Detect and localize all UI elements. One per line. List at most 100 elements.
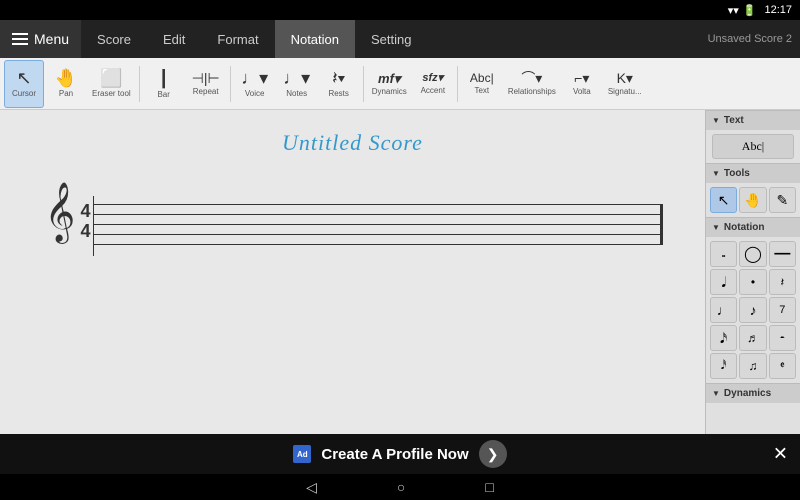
tools-grid: ↖ 🤚 ✎ — [706, 183, 800, 217]
tool-relationships[interactable]: ⌒▾ Relationships — [504, 60, 560, 108]
notes-icon: ♩▾ — [283, 69, 310, 87]
panel-notation-header: ▼ Notation — [706, 217, 800, 237]
cursor-label: Cursor — [12, 89, 36, 98]
unsaved-label: Unsaved Score 2 — [708, 33, 800, 45]
abc-text-button[interactable]: Abc| — [712, 134, 794, 159]
staff-area: 𝄞 4 4 — [43, 196, 663, 256]
tool-pan[interactable]: 🤚 Pan — [46, 60, 86, 108]
divider-3 — [363, 66, 364, 102]
tool-cursor[interactable]: ↖ Cursor — [4, 60, 44, 108]
tool-dynamics[interactable]: mf▾ Dynamics — [368, 60, 411, 108]
notation-btn-6[interactable]: 𝄽 — [769, 269, 796, 295]
notation-btn-14[interactable]: ♫ — [739, 353, 766, 379]
volta-label: Volta — [573, 87, 591, 96]
panel-eraser-btn[interactable]: ✎ — [769, 187, 796, 213]
tab-edit[interactable]: Edit — [147, 20, 201, 58]
text-section-label: Text — [724, 115, 744, 126]
tool-bar[interactable]: | Bar — [144, 60, 184, 108]
dynamics-icon: mf▾ — [378, 72, 400, 85]
tab-format[interactable]: Format — [201, 20, 274, 58]
notation-btn-11[interactable]: ♬ — [739, 325, 766, 351]
notation-btn-4[interactable]: 𝅘𝅥 — [710, 269, 737, 295]
staff-line-4 — [93, 234, 663, 235]
status-icons: ▾▾ 🔋 12:17 — [728, 4, 792, 17]
notation-btn-8[interactable]: ♪ — [739, 297, 766, 323]
eraser-label: Eraser tool — [92, 89, 131, 98]
divider-2 — [230, 66, 231, 102]
tab-notation[interactable]: Notation — [275, 20, 355, 58]
tool-repeat[interactable]: ⊣|⊢ Repeat — [186, 60, 226, 108]
tab-score[interactable]: Score — [81, 20, 147, 58]
staff-end-line — [660, 204, 663, 244]
notation-btn-7[interactable]: ♩ — [710, 297, 737, 323]
home-button[interactable]: ○ — [397, 479, 405, 495]
notation-btn-1[interactable]: 𝅝 — [710, 241, 737, 267]
panel-cursor-btn[interactable]: ↖ — [710, 187, 737, 213]
voice-label: Voice — [245, 89, 265, 98]
tab-setting[interactable]: Setting — [355, 20, 427, 58]
hamburger-menu[interactable]: Menu — [0, 20, 81, 58]
volta-icon: ⌐▾ — [574, 71, 589, 85]
recents-button[interactable]: □ — [485, 479, 493, 495]
staff-line-1 — [93, 204, 663, 205]
signature-label: Signatu... — [608, 87, 642, 96]
tools-section-label: Tools — [724, 168, 750, 179]
bar-label: Bar — [157, 90, 169, 99]
notation-btn-9[interactable]: 7 — [769, 297, 796, 323]
tool-notes[interactable]: ♩▾ Notes — [277, 60, 317, 108]
repeat-label: Repeat — [193, 87, 219, 96]
tool-voice[interactable]: ♩▾ Voice — [235, 60, 275, 108]
notes-label: Notes — [286, 89, 307, 98]
notation-btn-2[interactable]: ◯ — [739, 241, 766, 267]
tool-signature[interactable]: K▾ Signatu... — [604, 60, 646, 108]
text-icon: Abc| — [470, 72, 494, 84]
battery-icon: 🔋 — [743, 4, 757, 17]
pan-icon: 🤚 — [55, 69, 77, 87]
eraser-icon: ⬜ — [100, 69, 122, 87]
ad-close-button[interactable]: ✕ — [773, 444, 788, 465]
notation-btn-10[interactable]: 𝅘𝅥𝅯 — [710, 325, 737, 351]
accent-label: Accent — [421, 86, 445, 95]
divider-4 — [457, 66, 458, 102]
staff-start-line — [93, 196, 95, 256]
ad-icon: Ad — [293, 445, 311, 463]
notation-btn-5[interactable]: • — [739, 269, 766, 295]
ad-text: Create A Profile Now — [321, 446, 468, 463]
tool-eraser[interactable]: ⬜ Eraser tool — [88, 60, 135, 108]
notation-section-chevron: ▼ — [712, 223, 720, 232]
score-title: Untitled Score — [282, 130, 423, 156]
accent-icon: sfz▾ — [422, 73, 443, 84]
ad-arrow-button[interactable]: ❯ — [479, 440, 507, 468]
tool-volta[interactable]: ⌐▾ Volta — [562, 60, 602, 108]
nav-bar: ◁ ○ □ — [0, 474, 800, 500]
relationships-label: Relationships — [508, 87, 556, 96]
ad-arrow-icon: ❯ — [487, 446, 499, 463]
panel-text-header: ▼ Text — [706, 110, 800, 130]
repeat-icon: ⊣|⊢ — [192, 71, 220, 85]
tool-accent[interactable]: sfz▾ Accent — [413, 60, 453, 108]
notation-btn-15[interactable]: 𝄵 — [769, 353, 796, 379]
panel-dynamics-header: ▼ Dynamics — [706, 383, 800, 403]
notation-section-label: Notation — [724, 222, 765, 233]
menu-bar: Menu Score Edit Format Notation Setting … — [0, 20, 800, 58]
bar-icon: | — [161, 68, 167, 88]
toolbar: ↖ Cursor 🤚 Pan ⬜ Eraser tool | Bar ⊣|⊢ R… — [0, 58, 800, 110]
notation-btn-3[interactable]: — — [769, 241, 796, 267]
tool-text[interactable]: Abc| Text — [462, 60, 502, 108]
notation-btn-12[interactable]: 𝄼 — [769, 325, 796, 351]
pan-label: Pan — [59, 89, 73, 98]
panel-pan-btn[interactable]: 🤚 — [739, 187, 766, 213]
staff-line-2 — [93, 214, 663, 215]
notation-btn-13[interactable]: 𝅘𝅥𝅰 — [710, 353, 737, 379]
menu-label: Menu — [34, 31, 69, 47]
voice-icon: ♩▾ — [241, 69, 268, 87]
tool-rests[interactable]: 𝄽▾ Rests — [319, 60, 359, 108]
text-section-chevron: ▼ — [712, 116, 720, 125]
rests-label: Rests — [328, 89, 348, 98]
dynamics-section-chevron: ▼ — [712, 389, 720, 398]
back-button[interactable]: ◁ — [306, 479, 317, 496]
score-area: Untitled Score 𝄞 4 4 — [0, 110, 705, 434]
tools-section-chevron: ▼ — [712, 169, 720, 178]
text-label: Text — [474, 86, 489, 95]
rests-icon: 𝄽▾ — [332, 69, 345, 87]
